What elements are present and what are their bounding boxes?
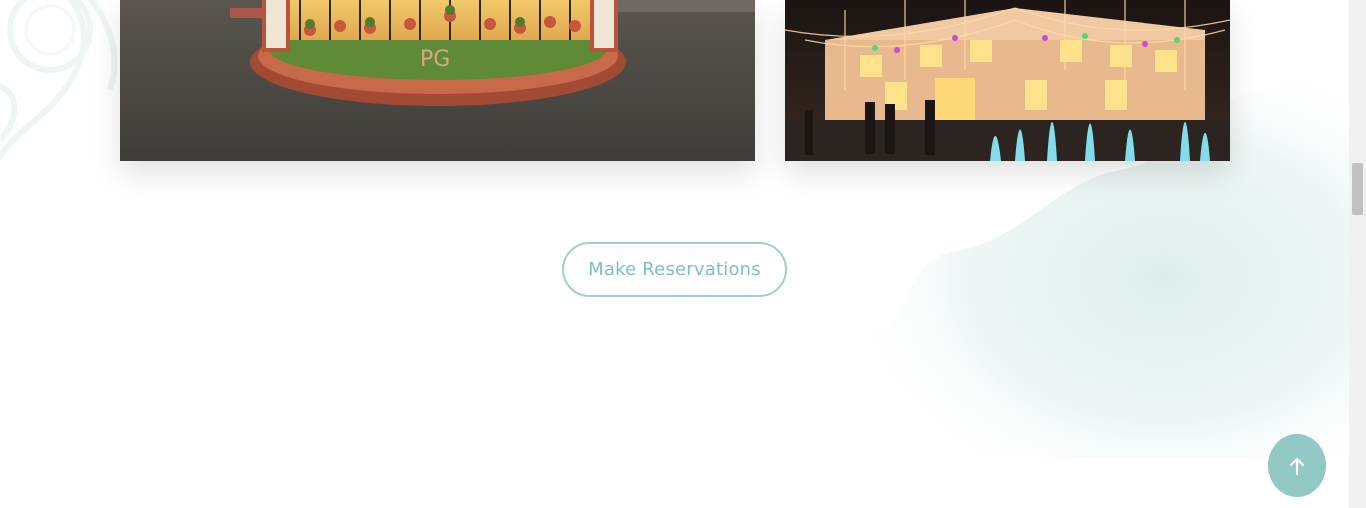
scrollbar[interactable]: [1349, 0, 1366, 508]
page: PG Make Reservations: [0, 0, 1349, 508]
scrollbar-thumb[interactable]: [1352, 163, 1363, 215]
gallery-image-building[interactable]: [785, 0, 1230, 161]
illuminated-building-photo: [785, 0, 1230, 161]
entrance-garden-photo: PG: [120, 0, 755, 161]
section-divider: [0, 457, 1349, 508]
back-to-top-button[interactable]: [1268, 434, 1326, 497]
make-reservations-button[interactable]: Make Reservations: [562, 242, 787, 297]
garden-letters: PG: [420, 47, 450, 72]
gallery-image-entrance[interactable]: PG: [120, 0, 755, 161]
arrow-up-icon: [1289, 457, 1305, 475]
